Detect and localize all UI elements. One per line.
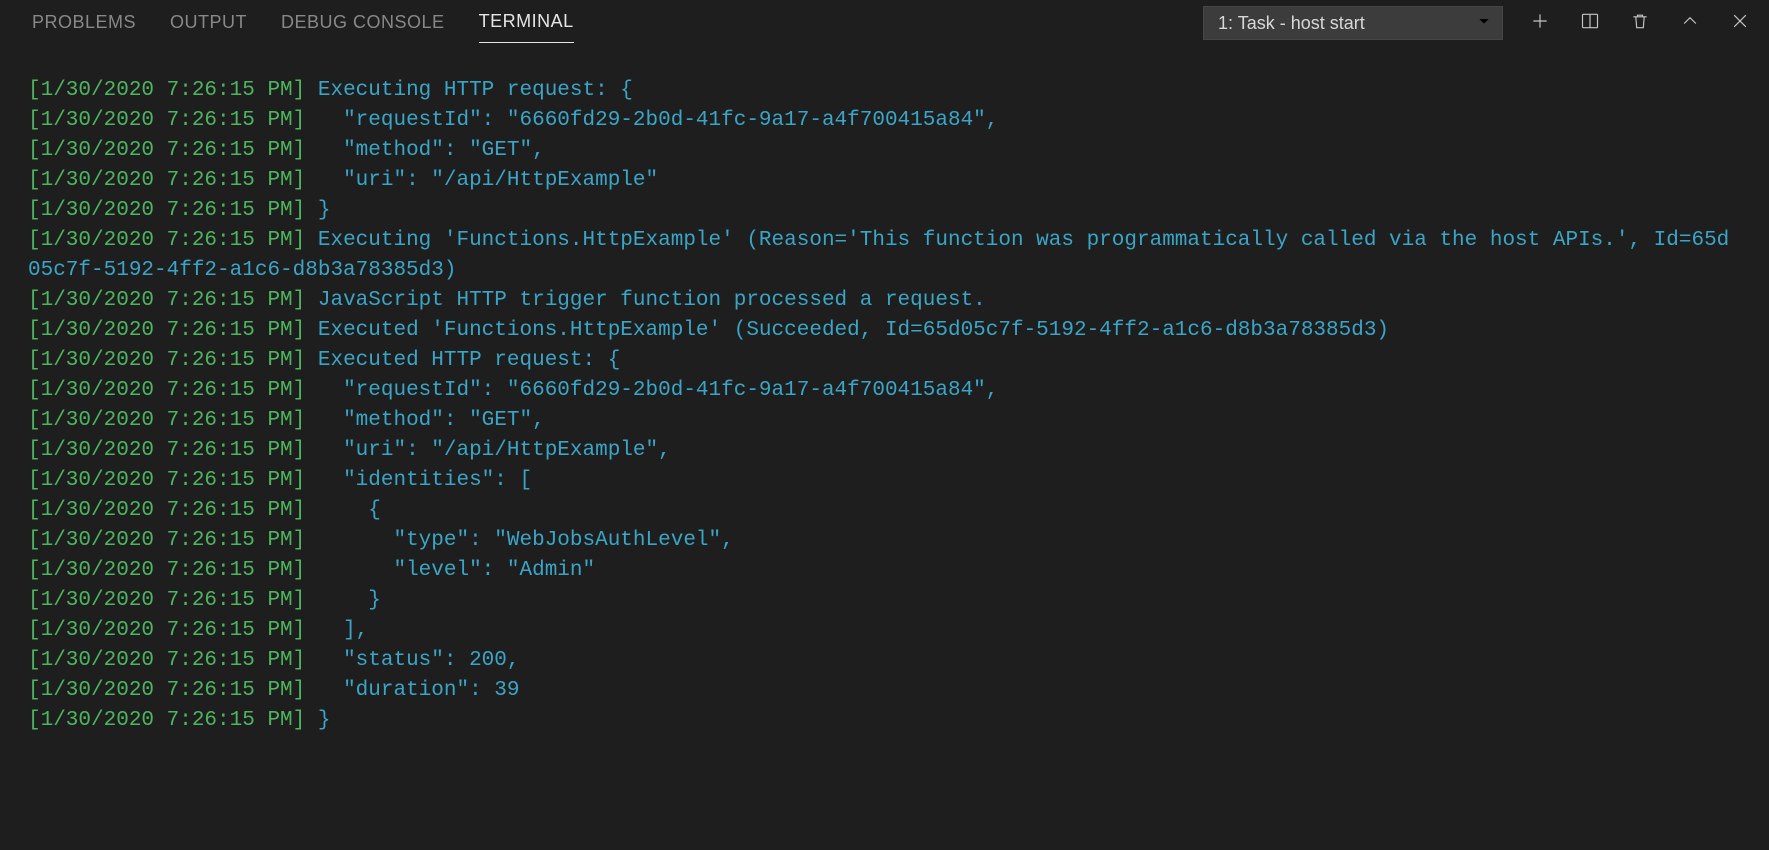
terminal-line: [1/30/2020 7:26:15 PM] "level": "Admin" [28, 556, 1741, 586]
terminal-line: [1/30/2020 7:26:15 PM] "method": "GET", [28, 406, 1741, 436]
terminal-line: [1/30/2020 7:26:15 PM] } [28, 706, 1741, 736]
terminal-line: [1/30/2020 7:26:15 PM] Executing 'Functi… [28, 226, 1741, 286]
plus-icon [1530, 11, 1550, 36]
terminal-line: [1/30/2020 7:26:15 PM] JavaScript HTTP t… [28, 286, 1741, 316]
terminal-line: [1/30/2020 7:26:15 PM] Executed 'Functio… [28, 316, 1741, 346]
panel-tabs: PROBLEMS OUTPUT DEBUG CONSOLE TERMINAL [32, 3, 574, 43]
terminal-line: [1/30/2020 7:26:15 PM] "method": "GET", [28, 136, 1741, 166]
panel-tabbar: PROBLEMS OUTPUT DEBUG CONSOLE TERMINAL 1… [0, 0, 1769, 46]
trash-icon [1630, 11, 1650, 36]
terminal-output[interactable]: [1/30/2020 7:26:15 PM] Executing HTTP re… [0, 46, 1769, 850]
terminal-line: [1/30/2020 7:26:15 PM] } [28, 196, 1741, 226]
panel-container: PROBLEMS OUTPUT DEBUG CONSOLE TERMINAL 1… [0, 0, 1769, 850]
terminal-line: [1/30/2020 7:26:15 PM] "uri": "/api/Http… [28, 436, 1741, 466]
terminal-selector[interactable]: 1: Task - host start [1203, 6, 1503, 40]
tab-debug-console[interactable]: DEBUG CONSOLE [281, 4, 445, 43]
terminal-line: [1/30/2020 7:26:15 PM] "requestId": "666… [28, 376, 1741, 406]
tab-output[interactable]: OUTPUT [170, 4, 247, 43]
new-terminal-button[interactable] [1529, 12, 1551, 34]
split-terminal-button[interactable] [1579, 12, 1601, 34]
split-panel-icon [1580, 11, 1600, 36]
close-panel-button[interactable] [1729, 12, 1751, 34]
terminal-line: [1/30/2020 7:26:15 PM] } [28, 586, 1741, 616]
chevron-up-icon [1680, 11, 1700, 36]
terminal-line: [1/30/2020 7:26:15 PM] "requestId": "666… [28, 106, 1741, 136]
terminal-line: [1/30/2020 7:26:15 PM] Executing HTTP re… [28, 76, 1741, 106]
tab-terminal[interactable]: TERMINAL [479, 3, 574, 43]
chevron-down-icon [1476, 13, 1492, 34]
close-icon [1730, 11, 1750, 36]
terminal-actions [1529, 12, 1751, 34]
maximize-panel-button[interactable] [1679, 12, 1701, 34]
terminal-selector-label: 1: Task - host start [1218, 13, 1365, 34]
terminal-line: [1/30/2020 7:26:15 PM] ], [28, 616, 1741, 646]
terminal-line: [1/30/2020 7:26:15 PM] { [28, 496, 1741, 526]
terminal-line: [1/30/2020 7:26:15 PM] "duration": 39 [28, 676, 1741, 706]
terminal-line: [1/30/2020 7:26:15 PM] "status": 200, [28, 646, 1741, 676]
terminal-line: [1/30/2020 7:26:15 PM] "identities": [ [28, 466, 1741, 496]
terminal-line: [1/30/2020 7:26:15 PM] Executed HTTP req… [28, 346, 1741, 376]
tab-problems[interactable]: PROBLEMS [32, 4, 136, 43]
kill-terminal-button[interactable] [1629, 12, 1651, 34]
terminal-line: [1/30/2020 7:26:15 PM] "uri": "/api/Http… [28, 166, 1741, 196]
terminal-line: [1/30/2020 7:26:15 PM] "type": "WebJobsA… [28, 526, 1741, 556]
